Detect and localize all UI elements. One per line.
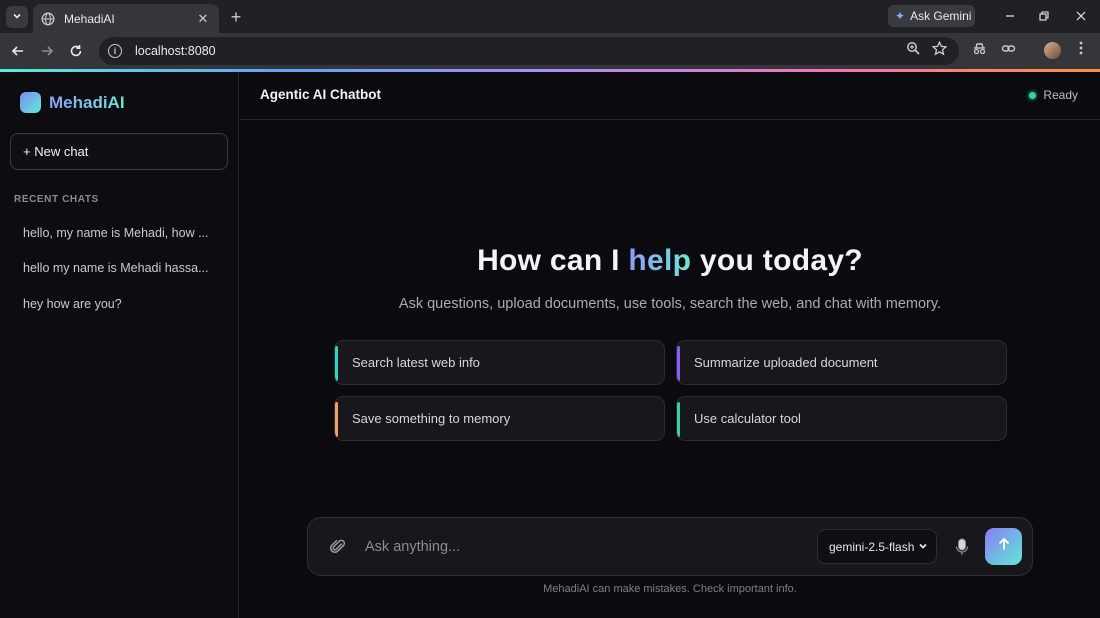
model-select[interactable]: gemini-2.5-flash <box>817 529 937 564</box>
model-select-value: gemini-2.5-flash <box>829 539 915 554</box>
globe-icon <box>41 12 55 26</box>
sidebar: MehadiAI + New chat RECENT CHATS hello, … <box>0 72 239 618</box>
message-composer: gemini-2.5-flash <box>307 517 1033 576</box>
suggestion-label: Save something to memory <box>352 411 511 426</box>
suggestion-accent-bar <box>335 346 338 381</box>
suggestion-accent-bar <box>335 402 338 437</box>
ask-gemini-button[interactable]: ✦ Ask Gemini <box>888 5 975 27</box>
main-header: Agentic AI Chatbot Ready <box>240 72 1100 120</box>
brand: MehadiAI <box>20 92 125 113</box>
recent-chats-list: hello, my name is Mehadi, how ... hello … <box>10 215 228 322</box>
brand-name: MehadiAI <box>49 92 125 112</box>
reload-icon[interactable] <box>65 40 87 62</box>
paperclip-icon[interactable] <box>328 537 348 557</box>
window-close-icon[interactable] <box>1070 6 1092 26</box>
suggestion-card-summarize-document[interactable]: Summarize uploaded document <box>676 340 1007 385</box>
new-tab-button[interactable]: + <box>226 7 246 27</box>
send-button[interactable] <box>985 528 1022 565</box>
ask-gemini-label: Ask Gemini <box>910 9 972 23</box>
tab-search-button[interactable] <box>6 6 28 28</box>
minimize-icon[interactable] <box>999 6 1021 26</box>
suggestion-card-search-web[interactable]: Search latest web info <box>334 340 665 385</box>
address-bar[interactable]: i localhost:8080 <box>99 37 959 65</box>
forward-arrow-icon[interactable] <box>36 40 58 62</box>
more-options-icon[interactable] <box>1073 40 1089 56</box>
recent-chat-item[interactable]: hello my name is Mehadi hassa... <box>10 251 228 287</box>
zoom-icon[interactable] <box>905 40 921 56</box>
suggestion-accent-bar <box>677 346 680 381</box>
bookmark-star-icon[interactable] <box>931 40 947 56</box>
recent-chat-item[interactable]: hello, my name is Mehadi, how ... <box>10 215 228 251</box>
suggestion-label: Use calculator tool <box>694 411 801 426</box>
app-root: MehadiAI + New chat RECENT CHATS hello, … <box>0 72 1100 618</box>
tab-title: MehadiAI <box>64 11 115 26</box>
suggestion-label: Search latest web info <box>352 355 480 370</box>
recent-chats-heading: RECENT CHATS <box>14 194 99 205</box>
back-arrow-icon[interactable] <box>7 40 29 62</box>
page-title: Agentic AI Chatbot <box>260 87 381 102</box>
browser-tab[interactable]: MehadiAI ✕ <box>33 4 219 33</box>
incognito-icon[interactable] <box>971 40 987 56</box>
status-text: Ready <box>1043 88 1078 102</box>
url-text: localhost:8080 <box>135 44 216 58</box>
suggestion-card-calculator[interactable]: Use calculator tool <box>676 396 1007 441</box>
main-panel: Agentic AI Chatbot Ready How can I help … <box>240 72 1100 618</box>
gemini-spark-icon: ✦ <box>895 9 906 23</box>
hero-title-highlight: help <box>628 244 692 277</box>
chevron-down-icon <box>12 8 22 26</box>
hero-title: How can I help you today? <box>240 244 1100 278</box>
suggestion-card-save-memory[interactable]: Save something to memory <box>334 396 665 441</box>
new-chat-button[interactable]: + New chat <box>10 133 228 170</box>
brand-logo-icon <box>20 92 41 113</box>
status-indicator: Ready <box>1029 88 1078 102</box>
site-info-icon[interactable]: i <box>108 44 122 58</box>
microphone-icon[interactable] <box>953 537 971 557</box>
hero-subtitle: Ask questions, upload documents, use too… <box>398 296 942 312</box>
hero-title-end: you today? <box>691 244 863 277</box>
chevron-down-icon <box>918 541 928 554</box>
status-dot-icon <box>1029 91 1037 99</box>
browser-tab-strip: MehadiAI ✕ + ✦ Ask Gemini <box>0 0 1100 33</box>
close-icon[interactable]: ✕ <box>195 11 211 27</box>
browser-toolbar: i localhost:8080 <box>0 33 1100 69</box>
arrow-up-icon <box>997 537 1011 556</box>
suggestion-label: Summarize uploaded document <box>694 355 878 370</box>
restore-icon[interactable] <box>1033 6 1055 26</box>
prompt-input[interactable] <box>365 535 795 559</box>
link-icon[interactable] <box>1000 40 1016 56</box>
profile-avatar[interactable] <box>1044 42 1061 59</box>
disclaimer-text: MehadiAI can make mistakes. Check import… <box>543 583 797 595</box>
suggestion-accent-bar <box>677 402 680 437</box>
recent-chat-item[interactable]: hey how are you? <box>10 286 228 322</box>
hero-title-start: How can I <box>477 244 629 277</box>
